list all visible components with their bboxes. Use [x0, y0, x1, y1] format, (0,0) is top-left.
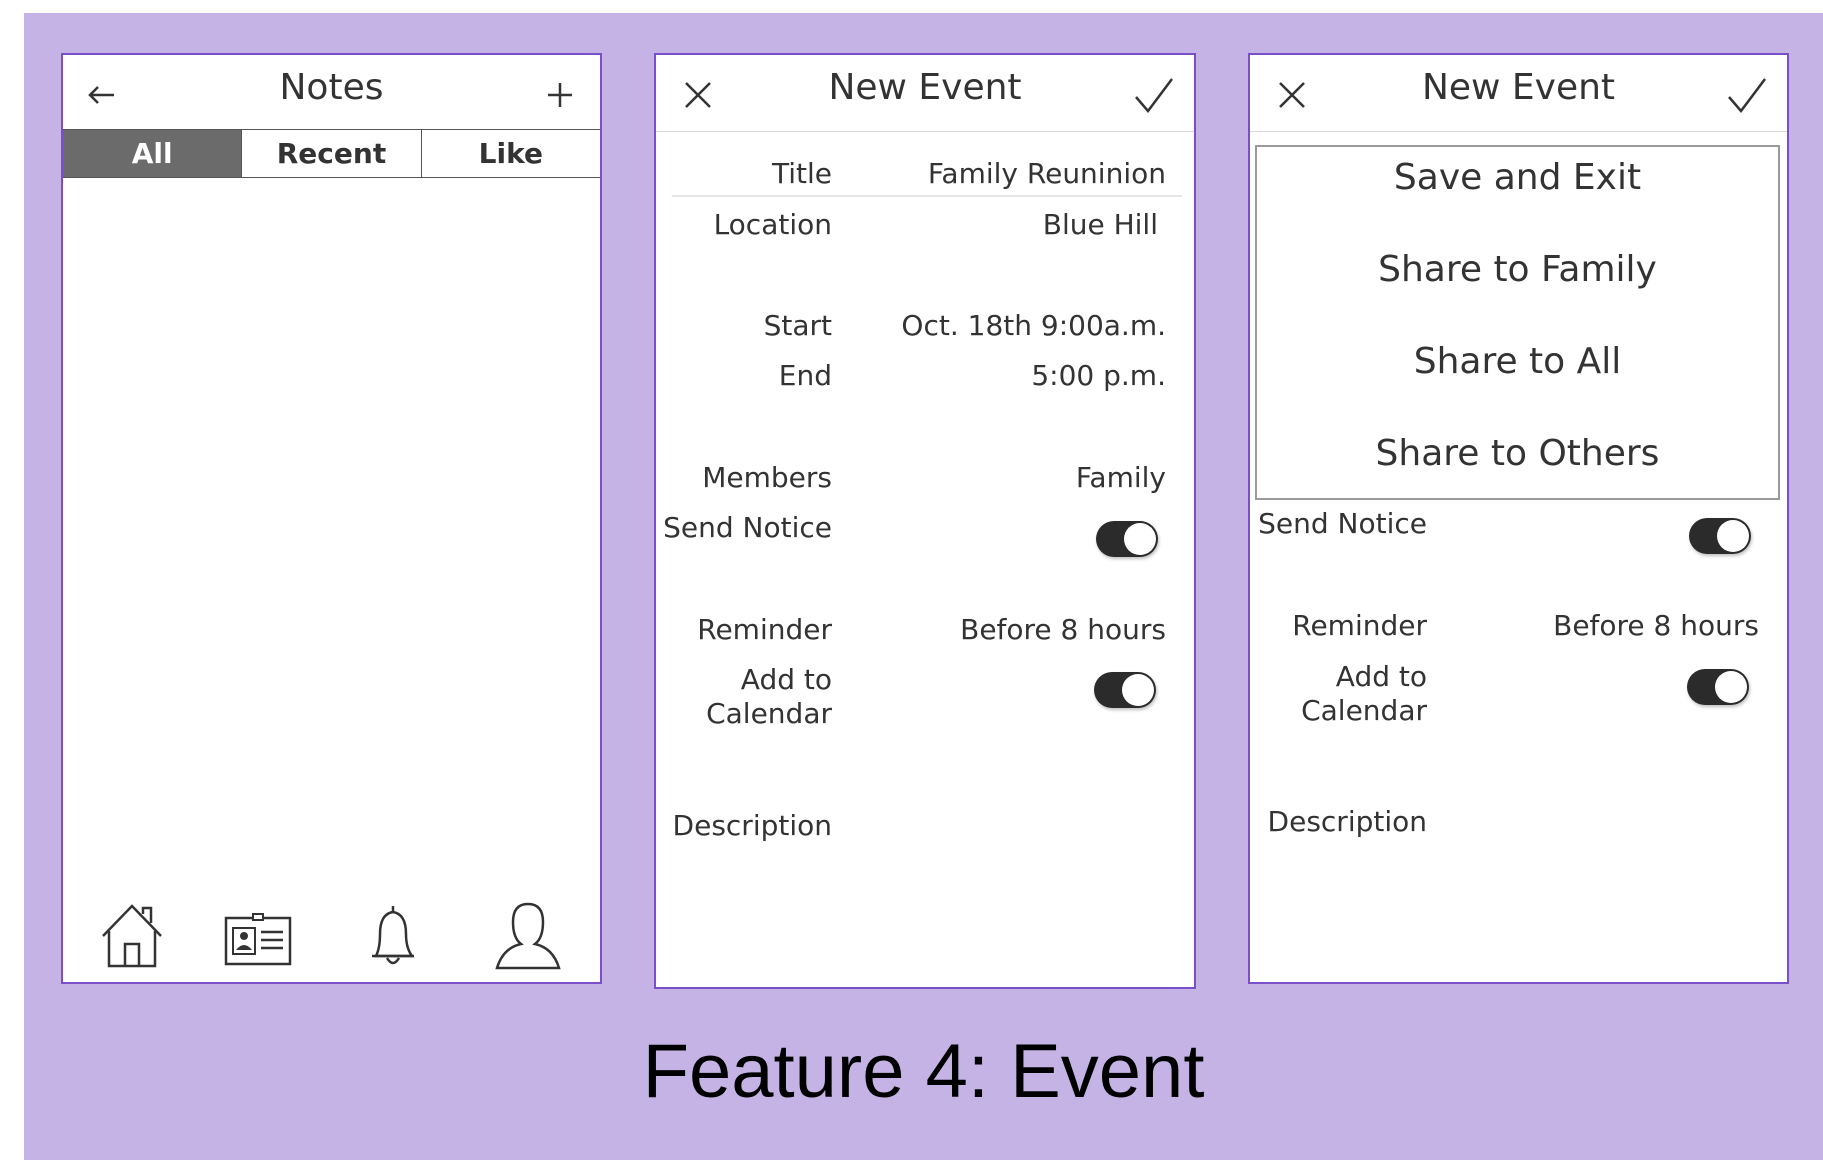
slide-caption: Feature 4: Event [642, 1029, 1205, 1114]
description-label: Description [1267, 805, 1427, 838]
reminder-field[interactable]: Before 8 hours [1553, 609, 1759, 643]
add-to-calendar-label-line1: Add to [1335, 660, 1427, 693]
new-event-screen: New Event Title Family Reuninion Locatio… [654, 53, 1196, 989]
save-share-menu: Save and Exit Share to Family Share to A… [1255, 145, 1780, 500]
tab-recent[interactable]: Recent [242, 130, 422, 178]
reminder-field[interactable]: Before 8 hours [960, 613, 1166, 647]
plus-icon[interactable] [538, 73, 582, 117]
add-to-calendar-label-line2: Calendar [706, 697, 832, 730]
toggle-knob [1124, 523, 1156, 555]
add-to-calendar-label-line1: Add to [740, 663, 832, 696]
end-field[interactable]: 5:00 p.m. [1031, 359, 1166, 393]
menu-item-share-to-all[interactable]: Share to All [1257, 341, 1778, 382]
menu-item-share-to-family[interactable]: Share to Family [1257, 249, 1778, 290]
check-icon[interactable] [1132, 73, 1176, 117]
members-label: Members [702, 461, 832, 494]
title-underline [672, 195, 1182, 197]
toggle-knob [1715, 671, 1747, 703]
add-to-calendar-toggle[interactable] [1094, 672, 1156, 708]
page-title: Notes [279, 67, 384, 108]
canvas: Notes All Recent Like New Event Title Fa… [24, 13, 1823, 1160]
start-field[interactable]: Oct. 18th 9:00a.m. [901, 309, 1166, 343]
contact-card-icon[interactable] [223, 900, 293, 972]
toggle-knob [1122, 674, 1154, 706]
reminder-label: Reminder [1292, 609, 1427, 642]
location-label: Location [713, 208, 832, 241]
bottom-nav [63, 897, 600, 972]
send-notice-label: Send Notice [1258, 507, 1427, 540]
send-notice-toggle[interactable] [1096, 521, 1158, 557]
bell-icon[interactable] [358, 900, 428, 972]
title-field[interactable]: Family Reuninion [928, 157, 1166, 191]
header-divider [1250, 131, 1787, 132]
tab-all[interactable]: All [63, 130, 243, 178]
page-title: New Event [828, 67, 1022, 108]
add-to-calendar-label-line2: Calendar [1301, 694, 1427, 727]
tab-like[interactable]: Like [421, 130, 600, 178]
home-icon[interactable] [97, 900, 167, 972]
members-field[interactable]: Family [1076, 461, 1166, 495]
description-label: Description [672, 809, 832, 842]
title-label: Title [771, 157, 832, 190]
profile-icon[interactable] [493, 900, 563, 972]
header-divider [656, 131, 1194, 132]
toggle-knob [1717, 520, 1749, 552]
menu-item-share-to-others[interactable]: Share to Others [1257, 433, 1778, 474]
check-icon[interactable] [1725, 73, 1769, 117]
notes-tabs: All Recent Like [63, 129, 600, 178]
add-to-calendar-toggle[interactable] [1687, 669, 1749, 705]
send-notice-label: Send Notice [663, 511, 832, 544]
reminder-label: Reminder [697, 613, 832, 646]
page-title: New Event [1421, 67, 1616, 108]
start-label: Start [763, 309, 832, 342]
new-event-menu-screen: New Event Save and Exit Share to Family … [1248, 53, 1789, 984]
location-field[interactable]: Blue Hill [1043, 208, 1158, 242]
end-label: End [778, 359, 832, 392]
menu-item-save-and-exit[interactable]: Save and Exit [1257, 157, 1778, 198]
notes-screen: Notes All Recent Like [61, 53, 602, 984]
send-notice-toggle[interactable] [1689, 518, 1751, 554]
